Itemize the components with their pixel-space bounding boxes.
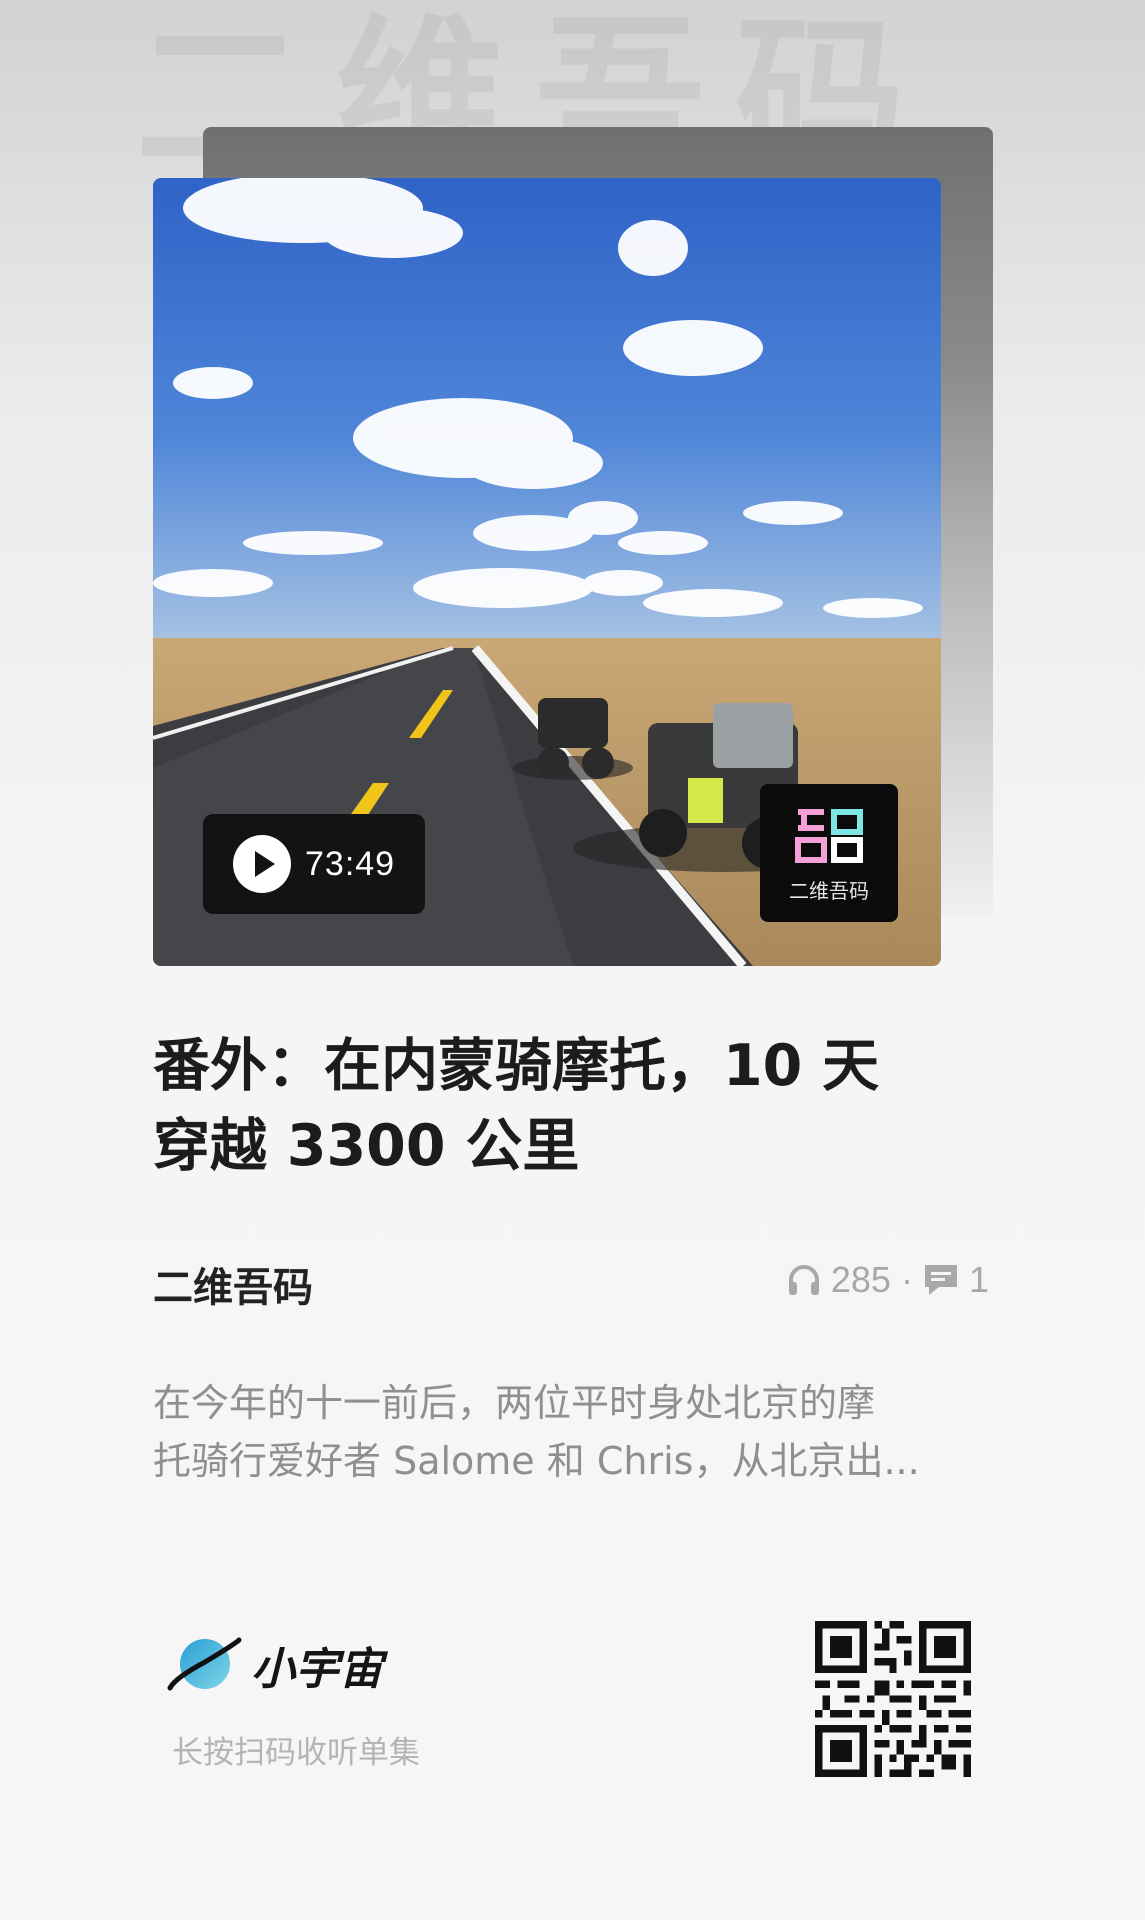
- duration-label: 73:49: [305, 844, 396, 883]
- podcast-badge: 二维吾码: [760, 784, 898, 922]
- episode-title-line2: 穿越 3300 公里: [153, 1113, 580, 1179]
- play-count: 285: [830, 1259, 891, 1300]
- play-duration-button[interactable]: 73:49: [203, 814, 425, 914]
- scan-hint: 长按扫码收听单集: [172, 1735, 420, 1771]
- badge-text: 二维吾码: [789, 879, 869, 903]
- episode-title-line1: 番外：在内蒙骑摩托，10 天: [153, 1033, 880, 1099]
- podcast-badge-icon: [795, 809, 863, 863]
- qr-code[interactable]: [815, 1621, 971, 1777]
- episode-description: 在今年的十一前后，两位平时身处北京的摩 托骑行爱好者 Salome 和 Chri…: [153, 1374, 1003, 1490]
- headphones-icon: [788, 1265, 819, 1295]
- play-icon[interactable]: [233, 835, 291, 893]
- description-line1: 在今年的十一前后，两位平时身处北京的摩: [153, 1381, 876, 1425]
- comment-count: 1: [968, 1259, 989, 1300]
- brand-logo: 小宇宙: [165, 1630, 383, 1700]
- description-line2: 托骑行爱好者 Salome 和 Chris，从北京出...: [153, 1439, 920, 1483]
- episode-cover[interactable]: 73:49 二维吾码: [153, 178, 941, 966]
- podcast-name[interactable]: 二维吾码: [153, 1255, 313, 1313]
- episode-stats: 285 · 1: [787, 1259, 989, 1301]
- episode-title: 番外：在内蒙骑摩托，10 天 穿越 3300 公里: [153, 1026, 953, 1186]
- planet-logo-icon: [167, 1637, 242, 1691]
- stats-separator: ·: [900, 1259, 913, 1300]
- comment-icon: [924, 1265, 957, 1295]
- brand-name: 小宇宙: [251, 1644, 383, 1695]
